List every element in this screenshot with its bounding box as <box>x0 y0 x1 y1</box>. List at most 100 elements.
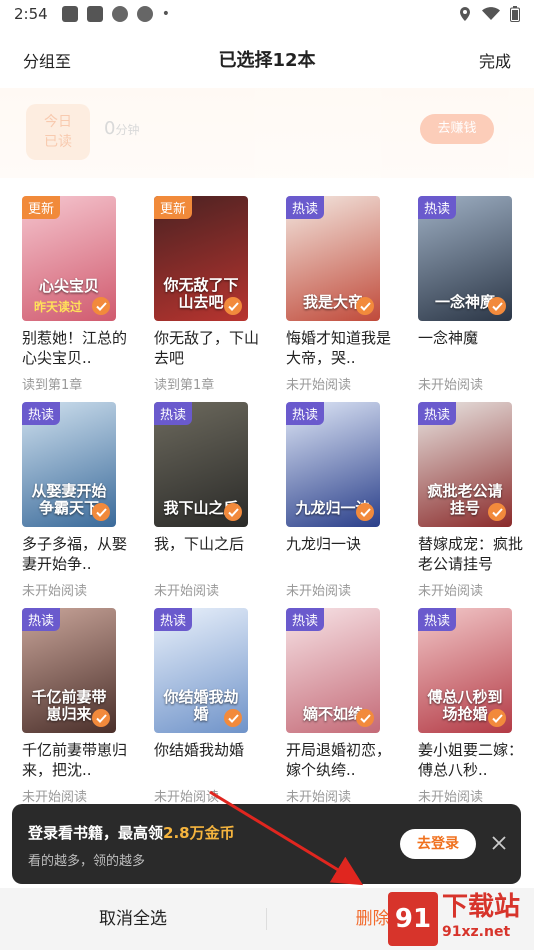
book-read-status: 未开始阅读 <box>286 584 352 599</box>
today-read-badge: 今日 已读 <box>26 104 90 160</box>
book-cover[interactable]: 热读 傅总八秒到场抢婚 <box>418 608 512 733</box>
cover-subtitle: 昨天读过 <box>34 300 83 314</box>
read-minutes: 0分钟 <box>104 118 139 139</box>
promo-subtext: 看的越多，领的越多 <box>28 854 146 869</box>
book-title: 你无敌了，下山去吧 <box>154 329 260 367</box>
book-tag: 热读 <box>286 402 325 425</box>
book-cover[interactable]: 热读 你结婚我劫婚 <box>154 608 248 733</box>
book-read-status: 未开始阅读 <box>286 790 352 805</box>
book-title: 一念神魔 <box>418 329 479 347</box>
clock: 2:54 <box>14 5 48 23</box>
promo-coins: 2.8万金币 <box>163 824 235 842</box>
book-read-status: 未开始阅读 <box>418 790 484 805</box>
book-item[interactable]: 热读 嫡不如绮 开局退婚初恋，嫁个纨绔.. 未开始阅读 <box>286 608 391 805</box>
book-tag: 热读 <box>418 608 457 631</box>
book-tag: 热读 <box>286 608 325 631</box>
book-read-status: 未开始阅读 <box>154 790 220 805</box>
promo-text: 登录看书籍，最高领2.8万金币 <box>28 822 235 843</box>
login-promo-toast: 登录看书籍，最高领2.8万金币 看的越多，领的越多 去登录 <box>12 804 521 884</box>
book-tag: 更新 <box>154 196 193 219</box>
promo-text-prefix: 登录看书籍，最高领 <box>28 824 164 842</box>
book-tag: 更新 <box>22 196 61 219</box>
book-title: 我，下山之后 <box>154 535 245 553</box>
today-label-line1: 今日 <box>44 114 72 130</box>
book-item[interactable]: 热读 疯批老公请挂号替嫁成宠：疯批老公请挂号未开始阅读 <box>418 402 523 599</box>
book-cover[interactable]: 热读 九龙归一诀 <box>286 402 380 527</box>
book-cover[interactable]: 热读 我是大帝 <box>286 196 380 321</box>
book-title: 千亿前妻带崽归来，把沈.. <box>22 741 128 779</box>
reading-time-card: 今日 已读 0分钟 去赚钱 <box>0 88 534 178</box>
book-cover[interactable]: 更新心尖宝贝昨天读过 <box>22 196 116 321</box>
watermark-url: 91xz.net <box>442 924 511 940</box>
notification-icon <box>61 6 78 22</box>
selected-check-icon[interactable] <box>224 709 242 727</box>
selected-check-icon[interactable] <box>92 503 110 521</box>
book-read-status: 未开始阅读 <box>22 584 88 599</box>
deselect-all-button[interactable]: 取消全选 <box>0 888 266 950</box>
app-notification-icon <box>111 6 128 22</box>
book-item[interactable]: 热读 傅总八秒到场抢婚姜小姐要二嫁：傅总八秒.. 未开始阅读 <box>418 608 523 805</box>
book-read-status: 未开始阅读 <box>154 584 220 599</box>
selected-check-icon[interactable] <box>356 503 374 521</box>
wifi-icon <box>482 7 500 20</box>
top-bar: 分组至 已选择12本 完成 <box>0 38 534 78</box>
book-read-status: 读到第1章 <box>154 378 215 393</box>
minutes-unit: 分钟 <box>115 123 140 137</box>
selected-check-icon[interactable] <box>356 297 374 315</box>
watermark-text: 下载站 <box>442 892 521 922</box>
location-icon <box>460 7 470 21</box>
book-tag: 热读 <box>22 608 61 631</box>
book-cover[interactable]: 热读 千亿前妻带崽归来 <box>22 608 116 733</box>
book-cover[interactable]: 热读 一念神魔 <box>418 196 512 321</box>
selected-check-icon[interactable] <box>488 503 506 521</box>
book-item[interactable]: 更新 你无敌了下山去吧你无敌了，下山去吧读到第1章 <box>154 196 259 393</box>
book-item[interactable]: 热读 九龙归一诀 九龙归一诀 未开始阅读 <box>286 402 380 599</box>
book-title: 悔婚才知道我是大帝，哭.. <box>286 329 392 367</box>
book-read-status: 未开始阅读 <box>418 584 484 599</box>
book-tag: 热读 <box>22 402 61 425</box>
minutes-value: 0 <box>104 118 116 139</box>
watermark-logo: 91 下载站 91xz.net <box>388 890 534 950</box>
book-item[interactable]: 热读 千亿前妻带崽归来千亿前妻带崽归来，把沈.. 未开始阅读 <box>22 608 127 805</box>
login-button[interactable]: 去登录 <box>400 829 476 859</box>
status-icons <box>458 6 520 22</box>
book-tag: 热读 <box>418 196 457 219</box>
book-read-status: 未开始阅读 <box>22 790 88 805</box>
book-item[interactable]: 热读 我下山之后我，下山之后 未开始阅读 <box>154 402 248 599</box>
more-notifications-dot: • <box>161 6 170 22</box>
selected-check-icon[interactable] <box>488 709 506 727</box>
book-tag: 热读 <box>418 402 457 425</box>
book-item[interactable]: 热读 我是大帝 悔婚才知道我是大帝，哭.. 未开始阅读 <box>286 196 391 393</box>
book-cover[interactable]: 热读 疯批老公请挂号 <box>418 402 512 527</box>
book-item[interactable]: 热读 一念神魔一念神魔未开始阅读 <box>418 196 512 393</box>
cover-title: 心尖宝贝 <box>38 277 99 295</box>
watermark-icon: 91 <box>388 892 438 946</box>
selected-check-icon[interactable] <box>224 297 242 315</box>
today-label-line2: 已读 <box>44 134 72 150</box>
book-title: 姜小姐要二嫁：傅总八秒.. <box>418 741 524 779</box>
book-cover[interactable]: 更新 你无敌了下山去吧 <box>154 196 248 321</box>
book-title: 多子多福，从娶妻开始争.. <box>22 535 128 573</box>
done-button[interactable]: 完成 <box>479 48 511 72</box>
book-title: 别惹她！江总的心尖宝贝.. <box>22 329 128 367</box>
book-read-status: 读到第1章 <box>22 378 83 393</box>
selected-check-icon[interactable] <box>92 709 110 727</box>
earn-money-button[interactable]: 去赚钱 <box>420 114 494 144</box>
book-title: 替嫁成宠：疯批老公请挂号 <box>418 535 524 573</box>
page-title: 已选择12本 <box>218 50 316 71</box>
notification-icon <box>86 6 103 22</box>
book-item[interactable]: 热读 你结婚我劫婚 你结婚我劫婚 未开始阅读 <box>154 608 248 805</box>
book-cover[interactable]: 热读 我下山之后 <box>154 402 248 527</box>
selected-check-icon[interactable] <box>224 503 242 521</box>
selected-check-icon[interactable] <box>356 709 374 727</box>
book-read-status: 未开始阅读 <box>418 378 484 393</box>
battery-icon <box>510 6 520 22</box>
book-cover[interactable]: 热读 嫡不如绮 <box>286 608 380 733</box>
status-bar: 2:54 • <box>0 0 534 28</box>
selected-check-icon[interactable] <box>488 297 506 315</box>
book-cover[interactable]: 热读 从娶妻开始争霸天下 <box>22 402 116 527</box>
close-icon[interactable] <box>490 834 508 852</box>
book-item[interactable]: 热读 从娶妻开始争霸天下多子多福，从娶妻开始争.. 未开始阅读 <box>22 402 127 599</box>
selected-check-icon[interactable] <box>92 297 110 315</box>
book-item[interactable]: 更新心尖宝贝昨天读过别惹她！江总的心尖宝贝.. 读到第1章 <box>22 196 127 393</box>
